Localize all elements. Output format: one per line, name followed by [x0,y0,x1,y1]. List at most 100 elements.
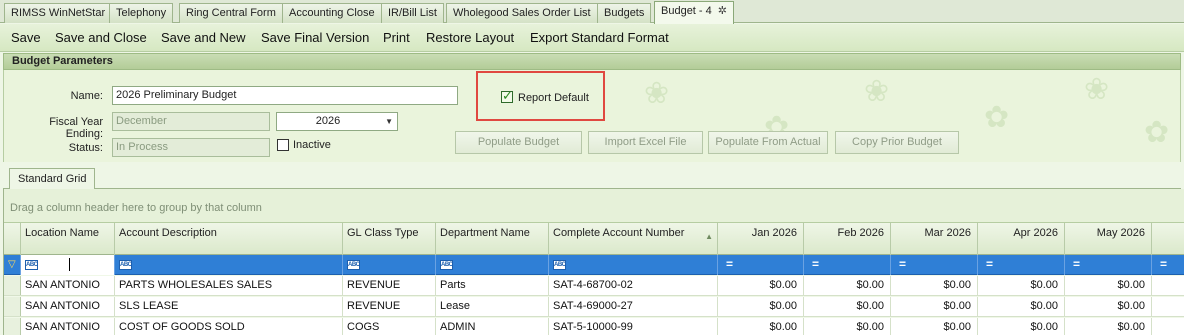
cell-department-name[interactable]: ADMIN [436,318,549,335]
populate-from-actual-button[interactable]: Populate From Actual [708,131,828,154]
restore-layout-button[interactable]: Restore Layout [426,30,514,45]
cell-mar-2026[interactable]: $0.00 [891,318,978,335]
chevron-down-icon[interactable]: ▼ [385,113,393,130]
budget-name-value: 2026 Preliminary Budget [116,89,237,101]
save-and-close-button[interactable]: Save and Close [55,30,147,45]
export-standard-format-button[interactable]: Export Standard Format [530,30,669,45]
save-button[interactable]: Save [11,30,41,45]
cell-apr-2026[interactable]: $0.00 [978,297,1065,317]
filter-jan-2026-input[interactable]: = [718,255,804,275]
cell-gl-class-type[interactable]: REVENUE [343,276,436,296]
table-row[interactable]: SAN ANTONIO PARTS WHOLESALES SALES REVEN… [4,276,1184,296]
row-indicator[interactable] [4,276,21,295]
cell-department-name[interactable]: Parts [436,276,549,296]
column-header-department-name[interactable]: Department Name [436,223,549,255]
tab-ring-central-form[interactable]: Ring Central Form [179,3,283,23]
cell-complete-account-number[interactable]: SAT-4-69000-27 [549,297,718,317]
filter-apr-2026-input[interactable]: = [978,255,1065,275]
tab-label: Wholegood Sales Order List [453,7,591,19]
column-header-account-description[interactable]: Account Description [115,223,343,255]
cell-may-2026[interactable]: $0.00 [1065,318,1152,335]
text-filter-icon: ABC [119,260,132,270]
fiscal-month-field: December [112,112,270,131]
tab-wholegood-sales-order-list[interactable]: Wholegood Sales Order List [446,3,598,23]
row-indicator[interactable] [4,297,21,316]
copy-prior-budget-button[interactable]: Copy Prior Budget [835,131,959,154]
filter-complete-account-number-input[interactable]: ABC [549,255,718,275]
cell-jan-2026[interactable]: $0.00 [718,318,804,335]
cell-department-name[interactable]: Lease [436,297,549,317]
cell-account-description[interactable]: COST OF GOODS SOLD [115,318,343,335]
column-header-feb-2026[interactable]: Feb 2026 [804,223,891,255]
cell-complete-account-number[interactable]: SAT-5-10000-99 [549,318,718,335]
cell-feb-2026[interactable]: $0.00 [804,297,891,317]
budget-name-input[interactable]: 2026 Preliminary Budget [112,86,458,105]
column-header-location-name[interactable]: Location Name [21,223,115,255]
cell-gl-class-type[interactable]: COGS [343,318,436,335]
cell-gl-class-type[interactable]: REVENUE [343,297,436,317]
column-header-may-2026[interactable]: May 2026 [1065,223,1152,255]
filter-department-name-input[interactable]: ABC [436,255,549,275]
text-filter-icon: ABC [25,260,38,270]
filter-account-description-input[interactable]: ABC [115,255,343,275]
print-button[interactable]: Print [383,30,410,45]
equals-filter-icon: = [899,257,907,271]
row-indicator[interactable] [4,318,21,335]
tab-label: IR/Bill List [388,7,437,19]
text-filter-icon: ABC [553,260,566,270]
cell-mar-2026[interactable]: $0.00 [891,276,978,296]
column-header-complete-account-number[interactable]: Complete Account Number ▲ [549,223,718,255]
equals-filter-icon: = [1073,257,1081,271]
column-header-gl-class-type[interactable]: GL Class Type [343,223,436,255]
filter-location-name-input[interactable]: ABC [21,255,115,275]
tab-telephony[interactable]: Telephony [109,3,174,23]
save-final-version-button[interactable]: Save Final Version [261,30,369,45]
fiscal-year-combo[interactable]: 2026 ▼ [276,112,398,131]
equals-filter-icon: = [1160,257,1168,271]
cell-account-description[interactable]: PARTS WHOLESALES SALES [115,276,343,296]
equals-filter-icon: = [812,257,820,271]
butterfly-decoration-icon: ❀ [864,75,890,108]
row-indicator-header [4,223,21,255]
inactive-checkbox[interactable] [277,139,289,151]
pin-icon[interactable]: ✲ [718,2,727,20]
populate-budget-button[interactable]: Populate Budget [455,131,582,154]
cell-may-2026[interactable]: $0.00 [1065,297,1152,317]
tab-budget-4[interactable]: Budget - 4 ✲ [654,1,734,24]
cell-complete-account-number[interactable]: SAT-4-68700-02 [549,276,718,296]
cell-feb-2026[interactable]: $0.00 [804,318,891,335]
tab-rimss-winnetstar[interactable]: RIMSS WinNetStar [4,3,113,23]
group-by-panel[interactable]: Drag a column header here to group by th… [4,189,1184,223]
filter-feb-2026-input[interactable]: = [804,255,891,275]
grid-tab-strip: Standard Grid [3,164,1181,190]
table-row[interactable]: SAN ANTONIO COST OF GOODS SOLD COGS ADMI… [4,318,1184,335]
cell-account-description[interactable]: SLS LEASE [115,297,343,317]
cell-may-2026[interactable]: $0.00 [1065,276,1152,296]
tab-accounting-close[interactable]: Accounting Close [282,3,382,23]
column-header-apr-2026[interactable]: Apr 2026 [978,223,1065,255]
fiscal-year-value: 2026 [315,115,341,127]
cell-jan-2026[interactable]: $0.00 [718,297,804,317]
cell-apr-2026[interactable]: $0.00 [978,276,1065,296]
tab-budgets[interactable]: Budgets [597,3,652,23]
tab-standard-grid[interactable]: Standard Grid [9,168,96,190]
table-row[interactable]: SAN ANTONIO SLS LEASE REVENUE Lease SAT-… [4,297,1184,317]
tab-ir-bill-list[interactable]: IR/Bill List [381,3,444,23]
cell-mar-2026[interactable]: $0.00 [891,297,978,317]
cell-location-name[interactable]: SAN ANTONIO [21,276,115,296]
cell-location-name[interactable]: SAN ANTONIO [21,297,115,317]
tab-label: Ring Central Form [186,7,276,19]
save-and-new-button[interactable]: Save and New [161,30,246,45]
cell-location-name[interactable]: SAN ANTONIO [21,318,115,335]
column-header-jan-2026[interactable]: Jan 2026 [718,223,804,255]
cell-apr-2026[interactable]: $0.00 [978,318,1065,335]
filter-mar-2026-input[interactable]: = [891,255,978,275]
filter-may-2026-input[interactable]: = [1065,255,1152,275]
cell-jan-2026[interactable]: $0.00 [718,276,804,296]
filter-gl-class-type-input[interactable]: ABC [343,255,436,275]
cell-feb-2026[interactable]: $0.00 [804,276,891,296]
import-excel-file-button[interactable]: Import Excel File [588,131,703,154]
column-header-mar-2026[interactable]: Mar 2026 [891,223,978,255]
butterfly-decoration-icon: ✿ [1144,116,1170,149]
filter-overflow-input[interactable]: = [1152,255,1184,275]
